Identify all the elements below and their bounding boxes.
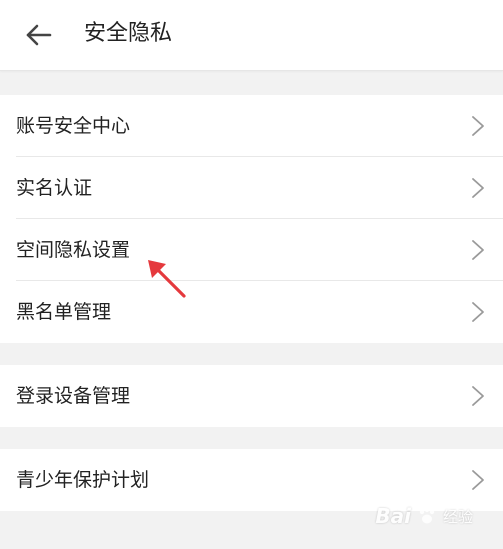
menu-item-blacklist-management[interactable]: 黑名单管理 [0, 281, 503, 343]
baidu-jingyan-watermark: Bai 经验 [375, 501, 473, 531]
menu-item-space-privacy-settings[interactable]: 空间隐私设置 [0, 219, 503, 281]
menu-item-label: 黑名单管理 [16, 301, 112, 323]
menu-item-label: 空间隐私设置 [16, 239, 131, 261]
chevron-right-icon [472, 178, 484, 198]
page-title: 安全隐私 [84, 21, 173, 46]
menu-item-label: 实名认证 [16, 177, 93, 199]
chevron-right-icon [472, 386, 484, 406]
chevron-right-icon [472, 240, 484, 260]
watermark-brand: Bai [375, 504, 411, 528]
menu-item-login-device-management[interactable]: 登录设备管理 [0, 365, 503, 427]
settings-group-devices: 登录设备管理 [0, 365, 503, 427]
chevron-right-icon [472, 116, 484, 136]
chevron-right-icon [472, 470, 484, 490]
menu-item-account-security-center[interactable]: 账号安全中心 [0, 95, 503, 157]
menu-item-label: 账号安全中心 [16, 115, 131, 137]
arrow-left-icon [26, 24, 52, 46]
menu-item-label: 登录设备管理 [16, 385, 131, 407]
chevron-right-icon [472, 302, 484, 322]
settings-group-account: 账号安全中心 实名认证 空间隐私设置 黑名单管理 [0, 95, 503, 343]
watermark-suffix: 经验 [442, 507, 473, 526]
menu-item-label: 青少年保护计划 [16, 469, 150, 491]
top-app-bar: 安全隐私 [0, 0, 503, 71]
back-button[interactable] [20, 18, 56, 52]
menu-item-real-name-verification[interactable]: 实名认证 [0, 157, 503, 219]
paw-icon [419, 507, 435, 524]
